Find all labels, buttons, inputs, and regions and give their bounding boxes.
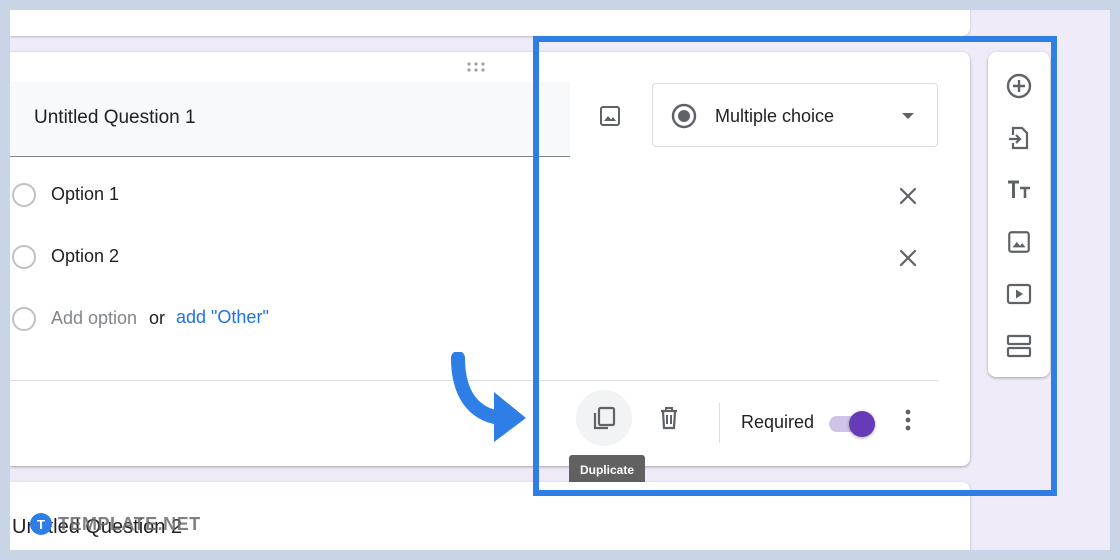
or-separator: or	[149, 308, 166, 328]
add-option-input[interactable]: Add option	[51, 308, 137, 329]
watermark-text: TEMPLATE.NET	[58, 513, 201, 534]
question-title: Untitled Question 1	[34, 107, 196, 128]
previous-question-card	[10, 10, 970, 36]
annotation-arrow-icon	[451, 352, 526, 442]
question-title-field[interactable]: Untitled Question 1	[10, 82, 570, 157]
radio-circle-icon	[12, 245, 36, 269]
watermark: T TEMPLATE.NET	[30, 512, 201, 536]
drag-handle-icon[interactable]	[466, 62, 486, 72]
option-label[interactable]: Option 1	[51, 184, 119, 205]
radio-circle-icon	[12, 307, 36, 331]
option-label[interactable]: Option 2	[51, 246, 119, 267]
radio-circle-icon	[12, 183, 36, 207]
watermark-logo-icon: T	[30, 513, 52, 535]
add-other-link[interactable]: add "Other"	[176, 307, 269, 328]
form-canvas: Untitled Question 1 Multiple choice Opti…	[10, 10, 1110, 550]
annotation-highlight-box	[533, 36, 1057, 496]
